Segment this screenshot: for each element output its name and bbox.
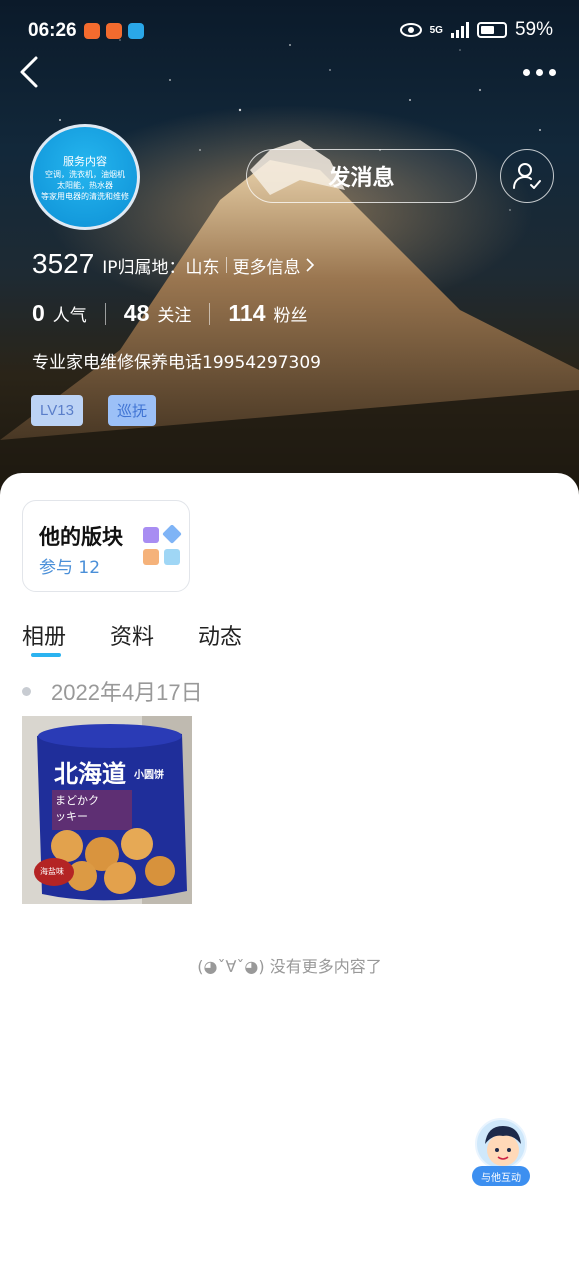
divider (104, 302, 106, 325)
user-bio: 专业家电维修保养电话19954297309 (32, 353, 321, 373)
stat-value: 114 (228, 300, 266, 326)
network-type: 5G (429, 24, 443, 36)
status-icons: 5G 59% (399, 19, 553, 41)
can-flavor-text: 海盐味 (40, 866, 64, 876)
title-badge: 巡抚 (108, 395, 157, 426)
timeline-dot (22, 686, 31, 696)
stat-popularity: 0 人气 (32, 300, 87, 327)
eye-icon (399, 23, 422, 37)
can-side-text: 小圆饼 (133, 768, 164, 781)
cookie-can-photo: 北海道 小圆饼 まどかク ッキー 海盐味 (22, 716, 192, 904)
back-button[interactable] (14, 52, 46, 92)
stats-row: 0 人气 48 关注 114 粉丝 (32, 300, 308, 327)
stat-value: 0 (32, 300, 45, 326)
stat-value: 48 (123, 300, 150, 326)
album-date-row: 2022年4月17日 (22, 675, 203, 707)
end-of-content-message: (◕ˇ∀ˇ◕) 没有更多内容了 (197, 957, 382, 976)
stat-label: 关注 (157, 306, 192, 326)
interact-floating-button[interactable]: 与他互动 (472, 1118, 530, 1190)
can-jp-line1: まどかク (55, 794, 99, 807)
avatar-line: 空调，洗衣机，油烟机 (45, 170, 125, 179)
avatar[interactable]: 服务内容 空调，洗衣机，油烟机 太阳能，热水器 等家用电器的清洗和维修 (30, 124, 140, 230)
avatar-title: 服务内容 (63, 155, 107, 168)
stat-following[interactable]: 48 关注 (124, 300, 192, 327)
follow-button[interactable] (500, 149, 554, 203)
interact-label: 与他互动 (472, 1166, 530, 1186)
clock: 06:26 (28, 20, 77, 41)
user-id: 3527 (32, 248, 95, 279)
app-notification-icon (106, 23, 122, 39)
board-title: 他的版块 (39, 525, 123, 549)
grid-apps-icon (143, 525, 182, 565)
album-photo[interactable]: 北海道 小圆饼 まどかク ッキー 海盐味 (22, 716, 192, 904)
level-badge: LV13 (31, 395, 83, 426)
tab-album[interactable]: 相册 (22, 619, 66, 657)
app-notification-icon (128, 23, 144, 39)
tab-profile-info[interactable]: 资料 (110, 619, 154, 651)
stat-fans[interactable]: 114 粉丝 (228, 300, 307, 327)
board-card[interactable]: 他的版块 参与 12 (22, 500, 190, 592)
divider (209, 302, 211, 325)
battery-icon (476, 22, 507, 38)
more-dot-icon (535, 68, 543, 76)
board-subtitle: 参与 12 (39, 558, 101, 578)
user-check-icon (513, 163, 541, 189)
signal-icon (450, 22, 469, 38)
more-dot-icon (522, 68, 530, 76)
can-brand-text: 北海道 (54, 760, 126, 788)
avatar-line: 太阳能，热水器 (57, 181, 113, 190)
status-bar: 06:26 5G 59% (0, 0, 579, 60)
stat-label: 粉丝 (273, 306, 308, 326)
cartoon-avatar-icon (475, 1118, 527, 1170)
more-dot-icon (548, 68, 556, 76)
battery-percent: 59% (514, 19, 553, 40)
tab-activity[interactable]: 动态 (198, 619, 242, 651)
more-options-button[interactable] (519, 60, 559, 84)
send-message-button[interactable]: 发消息 (246, 149, 477, 203)
stat-label: 人气 (52, 306, 87, 326)
more-info-link[interactable]: 更多信息 (233, 253, 301, 278)
divider (225, 257, 227, 273)
can-jp-line2: ッキー (55, 810, 88, 823)
album-date: 2022年4月17日 (51, 680, 203, 705)
user-id-row: 3527 IP归属地：山东 更多信息 (32, 248, 316, 280)
app-notification-icon (84, 23, 100, 39)
ip-location: IP归属地：山东 (102, 258, 220, 278)
chevron-left-icon (20, 56, 38, 88)
avatar-line: 等家用电器的清洗和维修 (41, 192, 129, 201)
profile-tabs: 相册 资料 动态 (22, 619, 286, 657)
chevron-right-icon (305, 258, 314, 272)
